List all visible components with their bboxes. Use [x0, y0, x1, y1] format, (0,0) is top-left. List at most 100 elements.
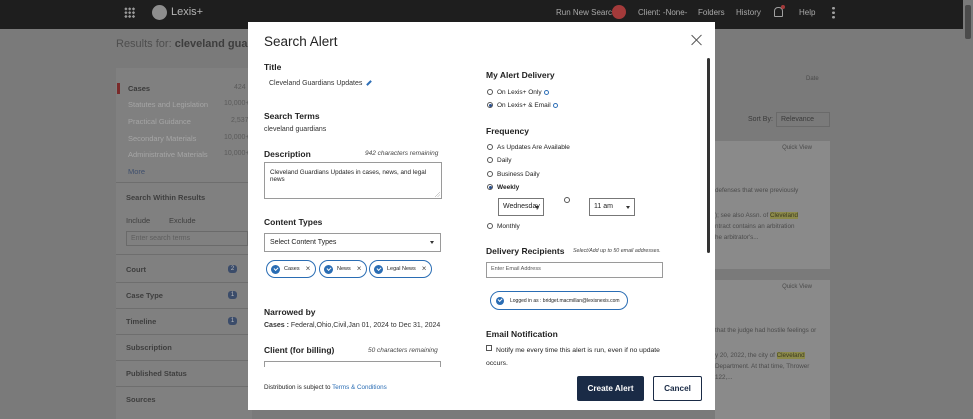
narrowed-by-value: Cases : Federal,Ohio,Civil,Jan 01, 2024 … [264, 322, 440, 329]
content-chip-cases[interactable]: Cases × [266, 260, 317, 278]
result-snippet: he arbitrator's... [715, 234, 759, 241]
remove-icon[interactable]: × [357, 265, 362, 273]
frequency-as-available-radio[interactable] [487, 144, 493, 150]
divider [116, 360, 252, 361]
frequency-monthly-radio[interactable] [487, 223, 493, 229]
alert-title-value: Cleveland Guardians Updates [269, 80, 373, 87]
exclude-option[interactable]: Exclude [169, 216, 196, 225]
run-new-search-link[interactable]: Run New Search [556, 8, 616, 17]
search-within-input[interactable]: Enter search terms [126, 231, 248, 246]
chevron-down-icon [626, 206, 630, 209]
alert-delivery-label: My Alert Delivery [486, 70, 555, 80]
more-link[interactable]: More [128, 167, 145, 176]
filter-count-badge: 2 [228, 265, 237, 273]
delivery-lexis-email-label: On Lexis+ & Email [497, 102, 558, 109]
edit-pencil-icon[interactable] [366, 80, 373, 86]
dialog-title: Search Alert [264, 34, 338, 49]
cancel-button[interactable]: Cancel [653, 376, 702, 401]
content-type-cases[interactable]: Cases [128, 84, 150, 93]
search-alert-dialog: Search Alert Title Cleveland Guardians U… [248, 22, 715, 410]
content-type-administrative[interactable]: Administrative Materials [128, 150, 208, 159]
more-options-icon[interactable] [832, 6, 835, 19]
result-card[interactable]: Quick View that the judge had hostile fe… [715, 280, 830, 419]
search-icon[interactable] [612, 5, 626, 19]
content-types-select[interactable]: Select Content Types [264, 233, 441, 252]
clock-icon [564, 197, 570, 203]
content-type-practical-guidance[interactable]: Practical Guidance [128, 117, 191, 126]
results-prefix: Results for: [116, 38, 172, 50]
chip-label: Legal News [387, 266, 416, 272]
create-alert-button[interactable]: Create Alert [577, 376, 644, 401]
client-selector[interactable]: Client: -None- [638, 8, 687, 17]
frequency-monthly-label: Monthly [497, 223, 520, 230]
delivery-lexis-only-radio[interactable] [487, 89, 493, 95]
date-sort-label[interactable]: Date [806, 76, 819, 82]
frequency-daily-label: Daily [497, 157, 512, 164]
description-textarea[interactable]: Cleveland Guardians Updates in cases, ne… [264, 162, 442, 199]
resize-handle[interactable] [435, 192, 440, 197]
content-chip-legal-news[interactable]: Legal News × [369, 260, 433, 278]
remove-icon[interactable]: × [306, 265, 311, 273]
info-icon[interactable] [552, 102, 558, 108]
content-type-secondary[interactable]: Secondary Materials [128, 134, 196, 143]
chip-label: News [337, 266, 351, 272]
app-grid-icon[interactable] [124, 7, 135, 18]
dialog-scrollbar[interactable] [707, 58, 710, 253]
description-label: Description [264, 149, 311, 159]
client-input[interactable] [264, 361, 441, 367]
result-snippet: defenses that were previously [715, 187, 799, 194]
divider [116, 182, 252, 183]
narrowed-by-key: Cases : [264, 322, 289, 329]
page-scrollbar[interactable] [963, 0, 973, 419]
title-label: Title [264, 62, 282, 72]
divider [116, 386, 252, 387]
snippet-text: y 20, 2022, the city of [715, 352, 777, 359]
narrowed-by-label: Narrowed by [264, 307, 316, 317]
lexis-logo-icon[interactable] [152, 5, 167, 20]
alert-title-text: Cleveland Guardians Updates [269, 80, 363, 87]
time-value: 11 am [594, 203, 613, 210]
frequency-daily-radio[interactable] [487, 157, 493, 163]
close-icon[interactable] [691, 34, 703, 46]
filter-timeline[interactable]: Timeline [126, 317, 156, 326]
info-icon[interactable] [543, 89, 549, 95]
content-chip-news[interactable]: News × [319, 260, 368, 278]
result-snippet: y 20, 2022, the city of Cleveland [715, 351, 827, 361]
check-icon [271, 264, 280, 274]
filter-subscription[interactable]: Subscription [126, 343, 172, 352]
logged-in-email-chip[interactable]: Logged in as : bridget.macmillan@lexisne… [490, 291, 628, 310]
divider [116, 334, 252, 335]
help-link[interactable]: Help [799, 8, 815, 17]
distribution-note: Distribution is subject to Terms & Condi… [264, 384, 387, 391]
email-address-input[interactable]: Enter Email Address [486, 262, 663, 278]
results-list: Date Sort By: Relevance Quick View defen… [715, 30, 973, 419]
frequency-weekly-radio[interactable] [487, 184, 493, 190]
folders-link[interactable]: Folders [698, 8, 725, 17]
search-within-heading: Search Within Results [126, 193, 206, 202]
quick-view-link[interactable]: Quick View [782, 284, 812, 290]
brand-name[interactable]: Lexis+ [171, 6, 203, 18]
divider [116, 254, 252, 255]
weekday-select[interactable]: Wednesday [498, 198, 544, 216]
remove-icon[interactable]: × [422, 265, 427, 273]
distribution-text: Distribution is subject to [264, 384, 331, 391]
filter-case-type[interactable]: Case Type [126, 291, 163, 300]
filter-published-status[interactable]: Published Status [126, 369, 187, 378]
terms-conditions-link[interactable]: Terms & Conditions [332, 384, 387, 391]
frequency-business-daily-radio[interactable] [487, 171, 493, 177]
content-type-statutes[interactable]: Statutes and Legislation [128, 100, 208, 109]
filter-court[interactable]: Court [126, 265, 146, 274]
delivery-lexis-email-radio[interactable] [487, 102, 493, 108]
result-snippet: that the judge had hostile feelings or [715, 327, 817, 334]
include-option[interactable]: Include [126, 216, 150, 225]
search-terms-label: Search Terms [264, 111, 320, 121]
filter-count-badge: 1 [228, 317, 237, 325]
filter-sources[interactable]: Sources [126, 395, 156, 404]
divider [116, 282, 252, 283]
result-card[interactable]: Quick View defenses that were previously… [715, 141, 830, 269]
sort-by-select[interactable]: Relevance [776, 112, 830, 127]
time-select[interactable]: 11 am [589, 198, 635, 216]
quick-view-link[interactable]: Quick View [782, 145, 812, 151]
scrollbar-thumb[interactable] [965, 5, 971, 39]
history-link[interactable]: History [736, 8, 761, 17]
